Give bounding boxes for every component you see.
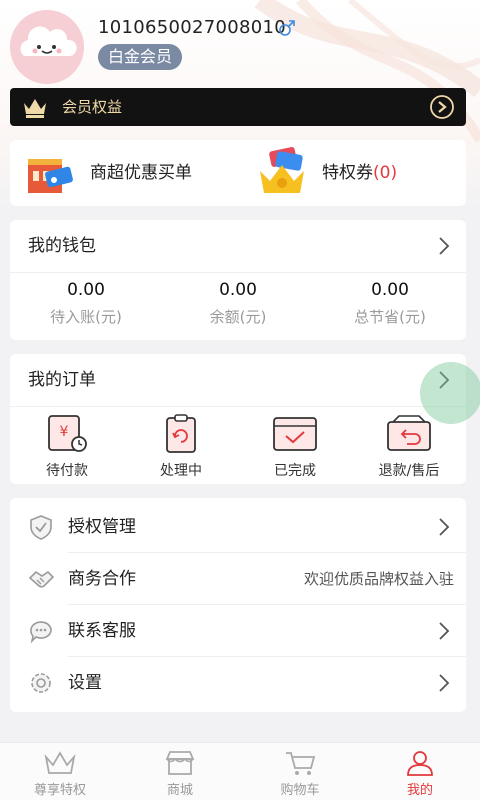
member-benefits-bar[interactable]: 会员权益 xyxy=(10,88,466,126)
crown-tab-icon xyxy=(44,751,76,774)
chevron-right-icon xyxy=(439,622,450,640)
order-pending-payment[interactable]: ¥ 待付款 xyxy=(10,414,124,480)
member-level-badge: 白金会员 xyxy=(98,44,183,70)
username: 1010650027008010 xyxy=(98,17,287,38)
tab-mine[interactable]: 我的 xyxy=(360,743,480,800)
person-icon xyxy=(407,751,433,776)
bottom-tab-bar: 尊享特权 商城 购物车 我的 xyxy=(0,742,480,800)
privilege-coupon-text: 特权券 xyxy=(322,163,373,183)
member-benefits-label: 会员权益 xyxy=(62,98,123,116)
tab-cart[interactable]: 购物车 xyxy=(240,743,360,800)
wallet-balance-value: 0.00 xyxy=(219,280,257,300)
divider xyxy=(10,272,466,273)
orders-card: 我的订单 ¥ 待付款 处理中 已完成 退款/售后 xyxy=(10,354,466,484)
tab-label: 商城 xyxy=(166,783,193,798)
chevron-right-icon[interactable] xyxy=(438,236,450,256)
menu-item-settings[interactable]: 设置 xyxy=(10,658,466,708)
wallet-savings-value: 0.00 xyxy=(371,280,409,300)
tab-label: 我的 xyxy=(406,783,433,798)
wallet-balance[interactable]: 0.00 余额(元) xyxy=(162,280,314,327)
order-processing[interactable]: 处理中 xyxy=(124,414,238,480)
wallet-balance-label: 余额(元) xyxy=(209,308,267,326)
wallet-savings[interactable]: 0.00 总节省(元) xyxy=(314,280,466,327)
completed-icon xyxy=(273,417,317,451)
handshake-icon xyxy=(28,570,54,588)
menu-item-business[interactable]: 商务合作 欢迎优质品牌权益入驻 xyxy=(10,554,466,604)
order-completed[interactable]: 已完成 xyxy=(238,414,352,480)
chat-icon xyxy=(30,621,52,644)
menu-item-authorization[interactable]: 授权管理 xyxy=(10,502,466,552)
crown-icon xyxy=(24,99,46,118)
privilege-coupon-count: (0) xyxy=(373,163,398,183)
shield-check-icon xyxy=(30,515,52,540)
privilege-coupon-label: 特权券(0) xyxy=(322,140,397,206)
touch-indicator xyxy=(420,362,480,424)
wallet-title: 我的钱包 xyxy=(28,236,96,256)
divider xyxy=(68,656,466,657)
divider xyxy=(10,406,466,407)
settings-menu-card: 授权管理 商务合作 欢迎优质品牌权益入驻 联系客服 设置 xyxy=(10,498,466,712)
menu-item-label: 联系客服 xyxy=(68,621,136,641)
supermarket-icon xyxy=(28,159,73,193)
gear-icon xyxy=(31,673,51,693)
menu-item-label: 设置 xyxy=(68,673,102,693)
wallet-card: 我的钱包 0.00 待入账(元) 0.00 余额(元) 0.00 总节省(元) xyxy=(10,220,466,340)
wallet-pending-label: 待入账(元) xyxy=(50,308,122,326)
wallet-savings-label: 总节省(元) xyxy=(354,308,426,326)
privilege-coupon-entry[interactable]: 特权券(0) xyxy=(254,140,454,206)
wallet-pending[interactable]: 0.00 待入账(元) xyxy=(10,280,162,327)
processing-icon xyxy=(166,414,196,453)
order-refund-label: 退款/售后 xyxy=(378,463,440,479)
orders-title: 我的订单 xyxy=(28,370,96,390)
divider xyxy=(68,552,466,553)
chevron-right-icon xyxy=(439,518,450,536)
wallet-pending-value: 0.00 xyxy=(67,280,105,300)
order-pending-payment-label: 待付款 xyxy=(46,463,88,479)
cloud-avatar-icon xyxy=(10,10,84,84)
tab-privileges[interactable]: 尊享特权 xyxy=(0,743,120,800)
menu-item-label: 授权管理 xyxy=(68,517,136,537)
pending-payment-icon: ¥ xyxy=(48,415,87,452)
supermarket-discount-entry[interactable]: 商超优惠买单 xyxy=(24,140,244,206)
male-gender-icon xyxy=(279,20,295,36)
chevron-right-icon xyxy=(439,674,450,692)
menu-item-note: 欢迎优质品牌权益入驻 xyxy=(303,570,454,588)
arrow-circle-icon[interactable] xyxy=(430,95,454,119)
refund-icon xyxy=(387,415,431,451)
order-completed-label: 已完成 xyxy=(274,463,316,479)
coupon-crown-icon xyxy=(260,147,304,193)
quick-links-card: 商超优惠买单 特权券(0) xyxy=(10,140,466,206)
menu-item-label: 商务合作 xyxy=(68,569,136,589)
store-icon xyxy=(165,751,195,775)
avatar[interactable] xyxy=(10,10,84,84)
tab-label: 购物车 xyxy=(280,783,320,798)
supermarket-discount-label: 商超优惠买单 xyxy=(90,163,192,183)
divider xyxy=(68,604,466,605)
order-processing-label: 处理中 xyxy=(160,463,202,479)
cart-icon xyxy=(286,752,316,775)
tab-store[interactable]: 商城 xyxy=(120,743,240,800)
menu-item-customer-service[interactable]: 联系客服 xyxy=(10,606,466,656)
svg-text:¥: ¥ xyxy=(60,424,69,440)
tab-label: 尊享特权 xyxy=(33,783,86,798)
